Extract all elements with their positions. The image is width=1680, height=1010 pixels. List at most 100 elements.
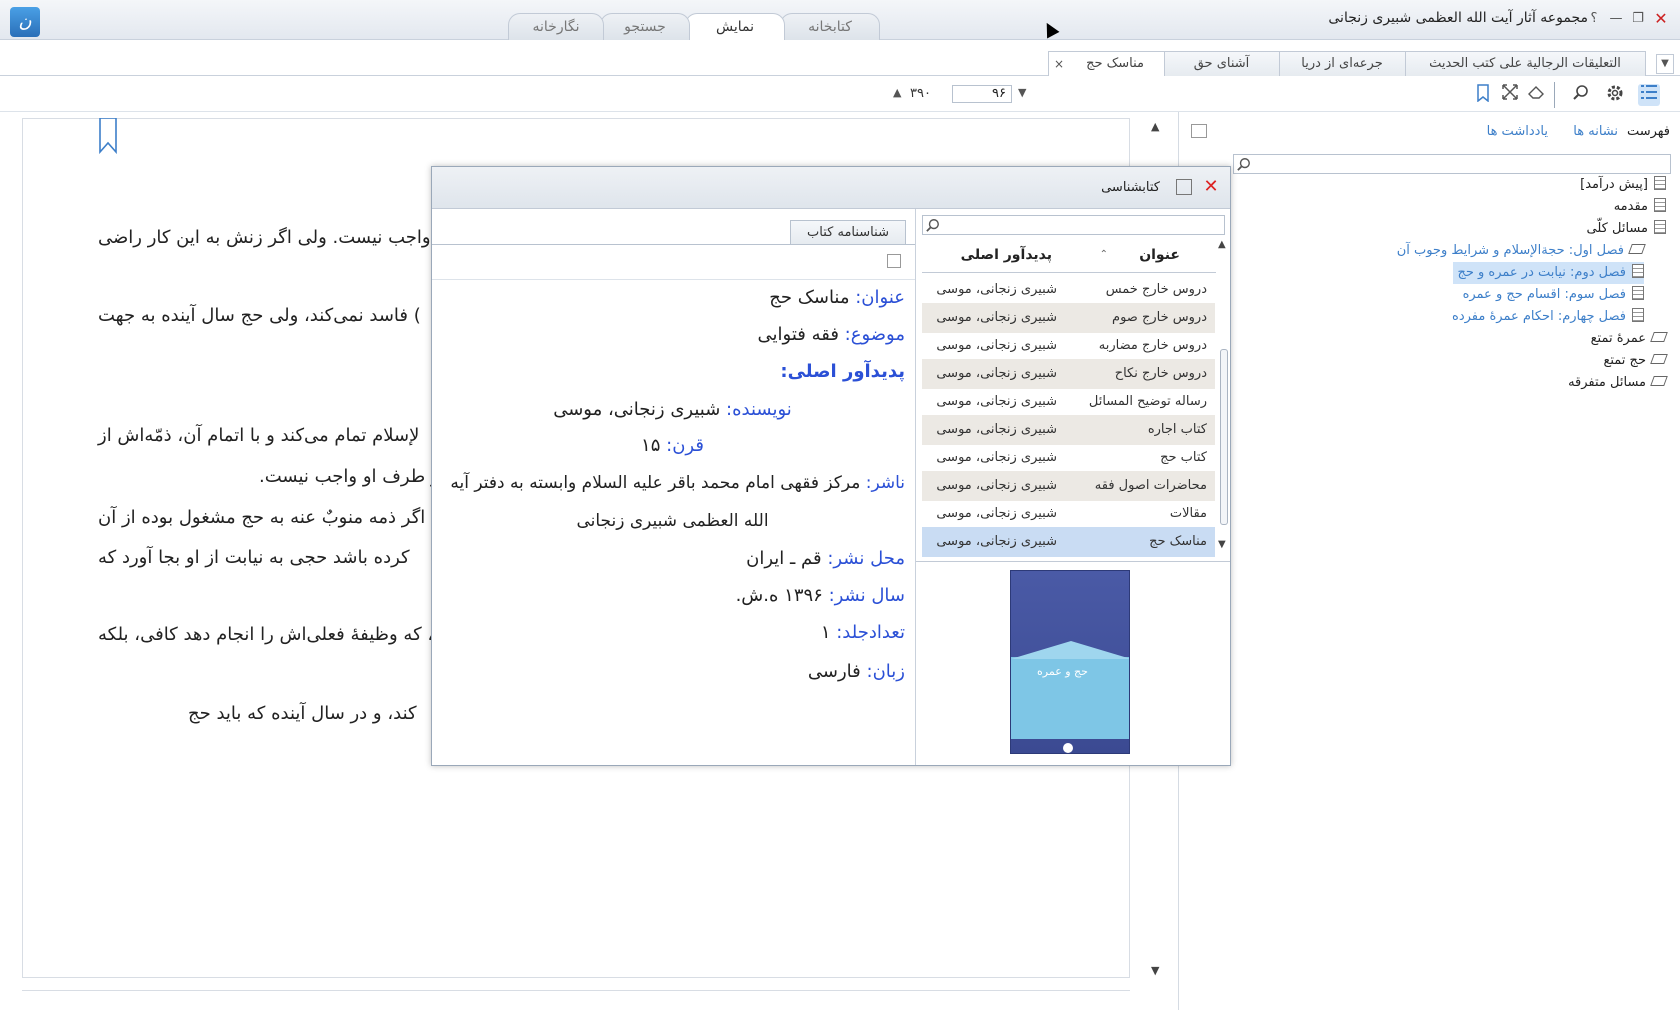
bookmarks-link[interactable]: نشانه ها [1573,124,1618,139]
scroll-down-icon[interactable]: ▼ [1218,539,1226,550]
list-icon[interactable] [1638,84,1660,106]
toc-item[interactable]: فصل چهارم: احکام عمرهٔ مفرده [1452,306,1644,328]
tab-library[interactable]: کتابخانه [780,13,880,40]
col-title-header[interactable]: عنوان [1139,247,1180,263]
folder-icon [1650,376,1668,386]
eraser-icon[interactable] [1525,84,1547,106]
dialog-close-button[interactable]: ✕ [1202,178,1220,196]
restore-button[interactable]: ❐ [1629,10,1647,28]
book-row[interactable]: کتاب حج شبیری زنجانی، موسی [922,443,1215,473]
toolbar: ▲ ۳۹۰ ۹۶ ▼ [0,76,1680,112]
folder-icon [1628,244,1646,254]
search-icon [926,219,939,232]
doctab-menu-button[interactable]: ▼ [1656,54,1674,74]
toc-item[interactable]: حج تمتع [1603,350,1668,372]
doctab-label: مناسک حج [1086,56,1144,71]
meta-place: محل نشر: قم ـ ایران [746,548,905,569]
meta-main-creator-heading: پدیدآور اصلی: [780,361,905,382]
book-row[interactable]: کتاب اجاره شبیری زنجانی، موسی [922,415,1215,445]
folder-icon [1650,354,1668,364]
book-list-scrollbar[interactable]: ▲ ▼ [1218,239,1230,557]
meta-title: عنوان: مناسک حج [769,287,905,308]
scroll-up-icon[interactable]: ▲ [1218,239,1226,250]
sort-icon[interactable]: ⌃ [1100,249,1108,260]
toc-pane: فهرست نشانه ها یادداشت ها [پیش درآمد] مق… [1178,112,1680,1010]
dialog-maximize-icon[interactable] [1176,179,1192,195]
book-row[interactable]: دروس خارج نکاح شبیری زنجانی، موسی [922,359,1215,389]
meta-subject: موضوع: فقه فتوایی [757,324,906,345]
search-icon [1237,158,1250,171]
title-bar: ن کتابخانه نمایش جستجو نگارخانه مجموعه آ… [0,0,1680,41]
page-input[interactable]: ۹۶ [952,85,1012,103]
meta-year: سال نشر: ۱۳۹۶ ه.ش. [735,585,905,606]
cover-title: حج و عمره [1037,665,1088,678]
page-down-icon[interactable]: ▼ [1018,86,1026,99]
tab-gallery[interactable]: نگارخانه [508,13,604,40]
toc-search-input[interactable] [1233,154,1671,174]
book-row[interactable]: دروس خارج خمس شبیری زنجانی، موسی [922,275,1215,305]
page-up-icon[interactable]: ▲ [893,86,901,99]
book-row-selected[interactable]: مناسک حج شبیری زنجانی، موسی [922,527,1215,557]
search-icon[interactable] [1570,84,1592,106]
page-icon [1632,286,1644,300]
tab-display[interactable]: نمایش [685,13,785,41]
toc-item[interactable]: [پیش درآمد] [1580,174,1666,196]
notes-link[interactable]: یادداشت ها [1487,124,1548,139]
document-tabs: التعلیقات الرجالیة علی کتب الحدیث جرعه‌ا… [0,40,1680,77]
cover-shape [1011,641,1129,659]
col-author-header[interactable]: پدیدآور اصلی [961,247,1052,263]
toc-item[interactable]: عمرهٔ تمتع [1591,328,1668,350]
book-row[interactable]: دروس خارج مضاربه شبیری زنجانی، موسی [922,331,1215,361]
page-bookmark-icon[interactable] [98,117,118,155]
toc-item[interactable]: فصل سوم: اقسام حج و عمره [1463,284,1644,306]
scroll-up-icon[interactable]: ▲ [1151,120,1159,133]
window-title: مجموعه آثار آیت الله العظمی شبیری زنجانی [1328,10,1588,26]
book-cover-image: حج و عمره [1010,570,1130,754]
meta-publisher: ناشر: مرکز فقهی امام محمد باقر علیه السل… [450,473,905,493]
app-logo-icon: ن [10,7,40,37]
dialog-title-bar[interactable]: کتابشناسی ✕ [432,167,1230,209]
dialog-title: کتابشناسی [1101,180,1160,195]
toc-item[interactable]: مسائل متفرقه [1568,372,1668,394]
bookmark-icon[interactable] [1472,84,1494,106]
pane-pin-icon[interactable] [1191,124,1207,138]
page-icon [1632,264,1644,278]
gear-icon[interactable] [1604,84,1626,106]
toc-item[interactable]: مسائل کلّی [1587,218,1666,240]
book-row[interactable]: رساله توضیح المسائل شبیری زنجانی، موسی [922,387,1215,417]
reader-footer-line [22,990,1130,991]
scroll-thumb[interactable] [1220,349,1228,525]
meta-author: نویسنده: شبیری زنجانی، موسی [553,399,792,420]
dialog-divider [915,209,916,765]
book-open-icon [1654,220,1666,234]
book-search-input[interactable] [922,215,1225,235]
help-button[interactable]: ؟ [1585,10,1603,28]
toc-item[interactable]: فصل اول: حجةالإسلام و شرایط وجوب آن [1397,240,1646,262]
toc-item[interactable]: مقدمه [1614,196,1666,218]
tab-search[interactable]: جستجو [600,13,690,40]
page-icon [1654,176,1666,190]
meta-publisher-cont: الله العظمی شبیری زنجانی [576,511,769,531]
close-button[interactable]: ✕ [1652,10,1670,28]
book-row[interactable]: مقالات شبیری زنجانی، موسی [922,499,1215,529]
bibliography-dialog: کتابشناسی ✕ شناسنامه کتاب عنوان: مناسک ح… [431,166,1231,766]
doctab-jorei[interactable]: جرعه‌ای از دریا [1278,51,1406,76]
book-list-header: عنوان ⌃ پدیدآور اصلی [922,239,1216,273]
meta-century: قرن: ۱۵ [641,435,704,456]
doctab-taliqat[interactable]: التعلیقات الرجالیة علی کتب الحدیث [1404,51,1646,76]
fullscreen-icon[interactable] [1499,84,1521,106]
meta-language: زبان: فارسی [807,661,905,682]
book-row[interactable]: دروس خارج صوم شبیری زنجانی، موسی [922,303,1215,333]
list-bottom-line [916,561,1230,562]
book-row[interactable]: محاضرات اصول فقه شبیری زنجانی، موسی [922,471,1215,501]
publisher-logo-icon [1063,743,1073,753]
toolbar-separator [1554,82,1555,108]
doctab-ashnay-haq[interactable]: آشنای حق [1163,51,1280,76]
toc-item-selected[interactable]: فصل دوم: نیابت در عمره و حج [1453,262,1644,284]
tab-book-info[interactable]: شناسنامه کتاب [790,220,906,244]
minimize-button[interactable]: — [1607,10,1625,28]
collapse-icon[interactable] [887,254,901,268]
doctab-close-icon[interactable]: × [1052,57,1066,71]
scroll-down-icon[interactable]: ▼ [1151,964,1159,977]
toc-title: فهرست [1626,124,1670,139]
